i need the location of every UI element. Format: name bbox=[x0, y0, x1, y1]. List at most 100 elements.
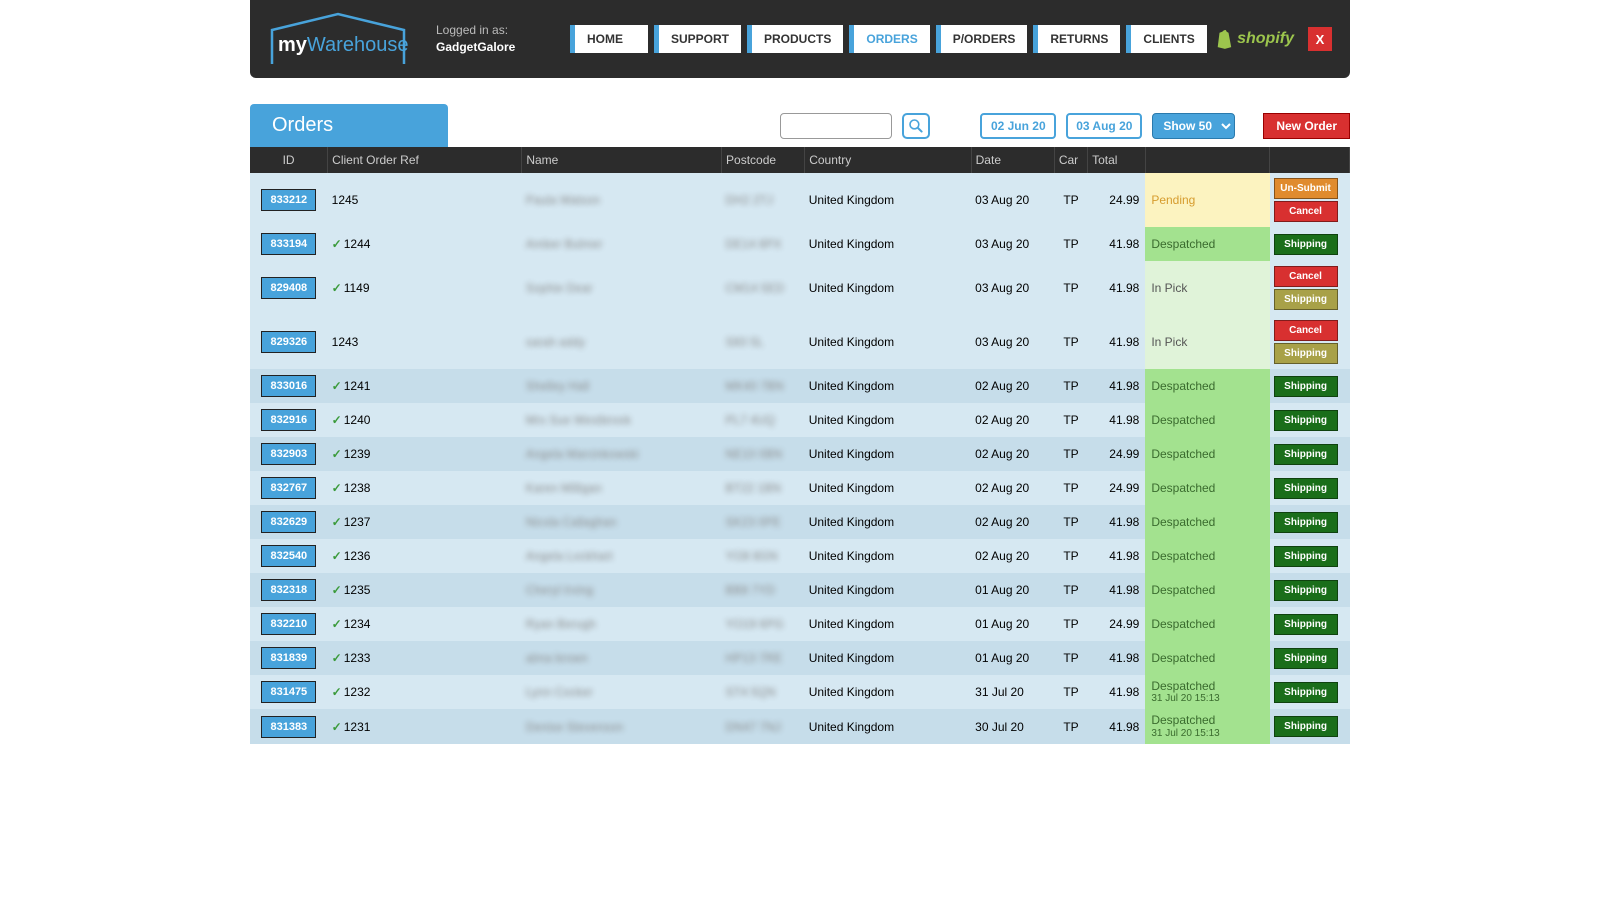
order-id-link[interactable]: 832903 bbox=[261, 443, 316, 465]
col-ref[interactable]: Client Order Ref bbox=[328, 147, 522, 173]
shipping-button[interactable]: Shipping bbox=[1274, 512, 1338, 533]
shipping-button[interactable]: Shipping bbox=[1274, 343, 1338, 364]
col-car[interactable]: Car bbox=[1054, 147, 1087, 173]
order-id-link[interactable]: 832916 bbox=[261, 409, 316, 431]
order-id-link[interactable]: 831475 bbox=[261, 681, 316, 703]
customer-name: Karen Milligan bbox=[526, 481, 602, 495]
new-order-button[interactable]: New Order bbox=[1263, 113, 1350, 139]
shipping-button[interactable]: Shipping bbox=[1274, 444, 1338, 465]
actions-cell: Shipping bbox=[1270, 437, 1350, 471]
order-id-link[interactable]: 832629 bbox=[261, 511, 316, 533]
col-country[interactable]: Country bbox=[805, 147, 971, 173]
close-button[interactable]: X bbox=[1308, 27, 1332, 51]
check-icon: ✓ bbox=[332, 651, 342, 665]
shopify-link[interactable]: shopify bbox=[1215, 29, 1294, 49]
order-id-link[interactable]: 832767 bbox=[261, 477, 316, 499]
customer-name: Sophie Dear bbox=[526, 281, 593, 295]
shipping-button[interactable]: Shipping bbox=[1274, 682, 1338, 703]
order-id-link[interactable]: 832210 bbox=[261, 613, 316, 635]
shipping-button[interactable]: Shipping bbox=[1274, 289, 1338, 310]
table-row: 8332121245Paula WatsonDH2 2TJUnited King… bbox=[250, 173, 1350, 227]
carrier: TP bbox=[1054, 403, 1087, 437]
actions-cell: Shipping bbox=[1270, 641, 1350, 675]
nav-products[interactable]: PRODUCTS bbox=[747, 25, 843, 53]
status-cell: Despatched bbox=[1145, 539, 1269, 573]
client-ref: 1149 bbox=[344, 281, 370, 295]
shipping-button[interactable]: Shipping bbox=[1274, 234, 1338, 255]
client-ref: 1241 bbox=[344, 379, 371, 393]
order-id-link[interactable]: 832318 bbox=[261, 579, 316, 601]
nav-home[interactable]: HOME bbox=[570, 25, 648, 53]
cancel-button[interactable]: Cancel bbox=[1274, 320, 1338, 341]
col-total[interactable]: Total bbox=[1088, 147, 1146, 173]
country: United Kingdom bbox=[805, 261, 971, 315]
order-id-link[interactable]: 829326 bbox=[261, 331, 316, 353]
shipping-button[interactable]: Shipping bbox=[1274, 648, 1338, 669]
customer-name: Lynn Cocker bbox=[526, 685, 593, 699]
search-button[interactable] bbox=[902, 113, 930, 139]
actions-cell: Shipping bbox=[1270, 675, 1350, 709]
search-input[interactable] bbox=[780, 113, 892, 139]
cancel-button[interactable]: Cancel bbox=[1274, 266, 1338, 287]
table-row: 829408✓1149Sophie DearCM14 5EDUnited Kin… bbox=[250, 261, 1350, 315]
status-cell: In Pick bbox=[1145, 261, 1269, 315]
nav-support[interactable]: SUPPORT bbox=[654, 25, 741, 53]
shipping-button[interactable]: Shipping bbox=[1274, 716, 1338, 737]
status-cell: Despatched bbox=[1145, 641, 1269, 675]
carrier: TP bbox=[1054, 261, 1087, 315]
order-total: 41.98 bbox=[1088, 709, 1146, 743]
unsubmit-button[interactable]: Un-Submit bbox=[1274, 178, 1338, 199]
actions-cell: Shipping bbox=[1270, 471, 1350, 505]
logged-in-info: Logged in as: GadgetGalore bbox=[436, 22, 546, 56]
shipping-button[interactable]: Shipping bbox=[1274, 580, 1338, 601]
cancel-button[interactable]: Cancel bbox=[1274, 201, 1338, 222]
postcode: CM14 5ED bbox=[726, 281, 785, 295]
date-from-input[interactable] bbox=[980, 113, 1056, 139]
customer-name: sarah addy bbox=[526, 335, 585, 349]
nav-porders[interactable]: P/ORDERS bbox=[936, 25, 1028, 53]
shipping-button[interactable]: Shipping bbox=[1274, 546, 1338, 567]
shipping-button[interactable]: Shipping bbox=[1274, 478, 1338, 499]
client-ref: 1245 bbox=[332, 193, 359, 207]
order-id-link[interactable]: 832540 bbox=[261, 545, 316, 567]
customer-name: Angela Marcinkowski bbox=[526, 447, 639, 461]
order-id-link[interactable]: 831839 bbox=[261, 647, 316, 669]
carrier: TP bbox=[1054, 539, 1087, 573]
col-name[interactable]: Name bbox=[522, 147, 722, 173]
show-count-select[interactable]: Show 50 bbox=[1152, 113, 1235, 139]
nav-orders[interactable]: ORDERS bbox=[849, 25, 929, 53]
order-id-link[interactable]: 833194 bbox=[261, 233, 316, 255]
shipping-button[interactable]: Shipping bbox=[1274, 614, 1338, 635]
shipping-button[interactable]: Shipping bbox=[1274, 376, 1338, 397]
client-ref: 1236 bbox=[344, 549, 371, 563]
shopify-icon bbox=[1215, 29, 1233, 49]
country: United Kingdom bbox=[805, 641, 971, 675]
order-id-link[interactable]: 833212 bbox=[261, 189, 316, 211]
order-id-link[interactable]: 829408 bbox=[261, 277, 316, 299]
search-icon bbox=[908, 118, 924, 134]
order-id-link[interactable]: 833016 bbox=[261, 375, 316, 397]
table-row: 832540✓1236Angela LockhartYO8 8GNUnited … bbox=[250, 539, 1350, 573]
order-id-link[interactable]: 831383 bbox=[261, 716, 316, 738]
postcode: ST4 5QN bbox=[726, 685, 776, 699]
table-row: 833016✓1241Shelley HallMK40 7BNUnited Ki… bbox=[250, 369, 1350, 403]
date-to-input[interactable] bbox=[1066, 113, 1142, 139]
col-id[interactable]: ID bbox=[250, 147, 328, 173]
order-date: 03 Aug 20 bbox=[971, 261, 1054, 315]
col-date[interactable]: Date bbox=[971, 147, 1054, 173]
carrier: TP bbox=[1054, 315, 1087, 369]
status-cell: Despatched bbox=[1145, 369, 1269, 403]
shipping-button[interactable]: Shipping bbox=[1274, 410, 1338, 431]
logo[interactable]: myWarehouse bbox=[268, 10, 408, 68]
country: United Kingdom bbox=[805, 403, 971, 437]
order-total: 41.98 bbox=[1088, 315, 1146, 369]
nav-returns[interactable]: RETURNS bbox=[1033, 25, 1120, 53]
check-icon: ✓ bbox=[332, 685, 342, 699]
order-date: 01 Aug 20 bbox=[971, 573, 1054, 607]
postcode: PL7 4UQ bbox=[726, 413, 775, 427]
order-total: 41.98 bbox=[1088, 227, 1146, 261]
nav-clients[interactable]: CLIENTS bbox=[1126, 25, 1206, 53]
country: United Kingdom bbox=[805, 369, 971, 403]
actions-cell: Shipping bbox=[1270, 227, 1350, 261]
col-postcode[interactable]: Postcode bbox=[722, 147, 805, 173]
